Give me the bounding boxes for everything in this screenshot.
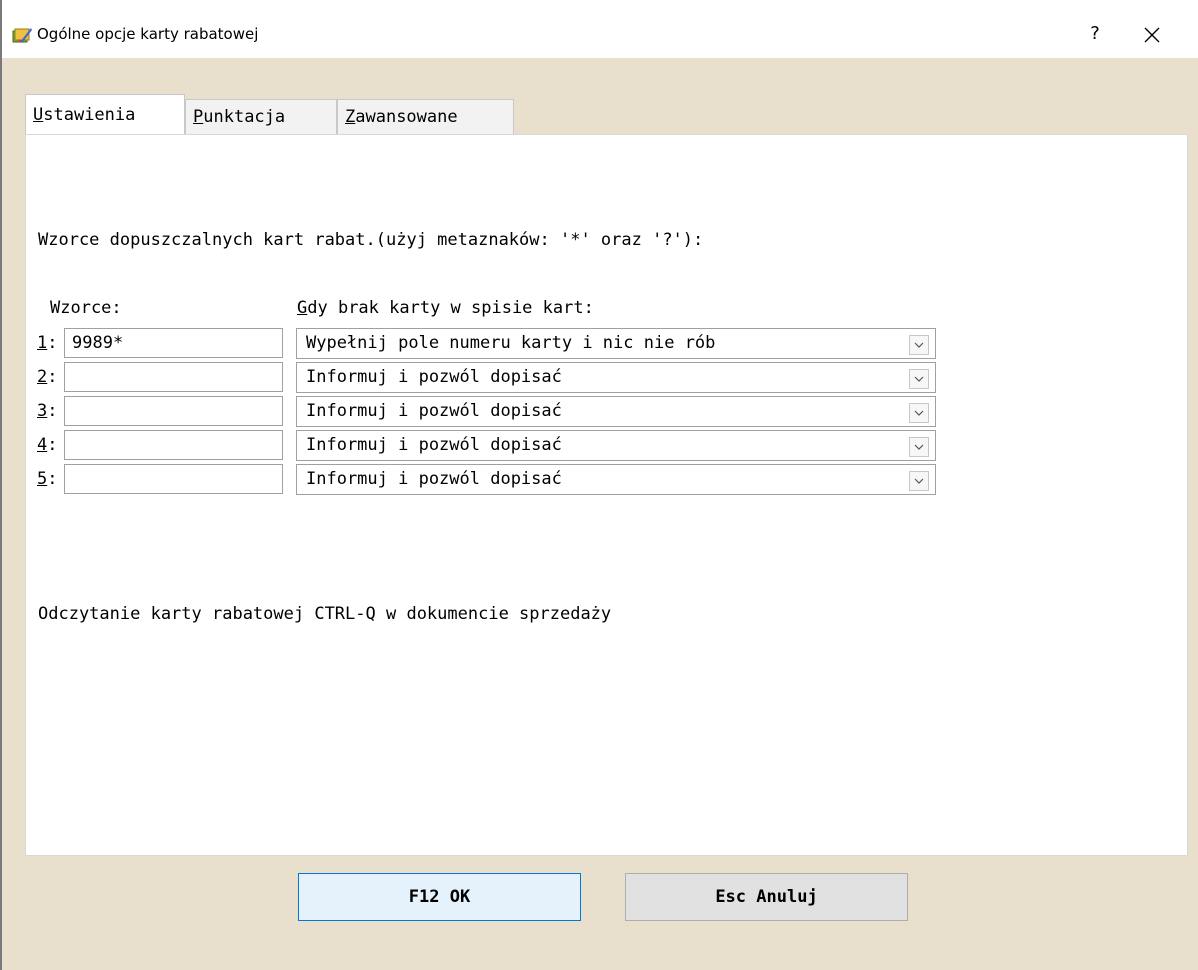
patterns-column-header: Wzorce: [50, 298, 122, 318]
pattern-input-1[interactable]: 9989* [64, 328, 283, 358]
patterns-heading: Wzorce dopuszczalnych kart rabat.(użyj m… [38, 230, 704, 250]
nocard-action-select-4[interactable]: Informuj i pozwól dopisać [296, 430, 936, 461]
row-number-1: 1: [37, 328, 65, 358]
nocard-action-select-2[interactable]: Informuj i pozwól dopisać [296, 362, 936, 393]
chevron-down-icon [914, 410, 924, 416]
ok-button[interactable]: F12 OK [298, 873, 581, 921]
dropdown-button[interactable] [909, 437, 929, 457]
chevron-down-icon [914, 444, 924, 450]
row-number-sep: : [47, 435, 58, 455]
pattern-input-5[interactable] [64, 464, 283, 494]
tab-zawansowane-label: awansowane [355, 107, 458, 127]
tab-punktacja-label: unktacja [203, 107, 286, 127]
select-value: Informuj i pozwól dopisać [306, 367, 562, 387]
tab-ustawienia-label: stawienia [43, 105, 136, 125]
row-number-2: 2: [37, 362, 65, 392]
row-number-sep: : [47, 401, 58, 421]
dropdown-button[interactable] [909, 471, 929, 491]
pattern-input-3[interactable] [64, 396, 283, 426]
nocard-action-select-5[interactable]: Informuj i pozwól dopisać [296, 464, 936, 495]
select-value: Informuj i pozwól dopisać [306, 401, 562, 421]
ctrl-q-note: Odczytanie karty rabatowej CTRL-Q w doku… [38, 604, 612, 624]
nocard-action-select-3[interactable]: Informuj i pozwól dopisać [296, 396, 936, 427]
tab-punktacja[interactable]: Punktacja [185, 99, 337, 135]
tab-ustawienia-hotkey: U [33, 105, 44, 125]
chevron-down-icon [914, 478, 924, 484]
select-value: Informuj i pozwól dopisać [306, 469, 562, 489]
close-icon [1144, 27, 1160, 42]
row-number-sep: : [47, 333, 58, 353]
row-number-digit: 3 [37, 401, 48, 421]
select-value: Informuj i pozwól dopisać [306, 435, 562, 455]
nocard-action-select-1[interactable]: Wypełnij pole numeru karty i nic nie rób [296, 328, 936, 359]
row-number-digit: 2 [37, 367, 48, 387]
row-number-digit: 4 [37, 435, 48, 455]
cancel-button[interactable]: Esc Anuluj [625, 873, 908, 921]
dropdown-button[interactable] [909, 369, 929, 389]
chevron-down-icon [914, 376, 924, 382]
close-button[interactable] [1135, 20, 1169, 48]
window-title: Ogólne opcje karty rabatowej [37, 25, 259, 43]
row-number-4: 4: [37, 430, 65, 460]
chevron-down-icon [914, 342, 924, 348]
tab-punktacja-hotkey: P [193, 107, 204, 127]
card-app-icon [12, 28, 32, 43]
pattern-input-2[interactable] [64, 362, 283, 392]
tab-zawansowane-hotkey: Z [345, 107, 356, 127]
pattern-input-4[interactable] [64, 430, 283, 460]
dropdown-button[interactable] [909, 403, 929, 423]
tab-zawansowane[interactable]: Zawansowane [337, 99, 514, 135]
row-number-sep: : [47, 367, 58, 387]
row-number-digit: 1 [37, 333, 48, 353]
nocard-header-hotkey: G [297, 298, 308, 318]
select-value: Wypełnij pole numeru karty i nic nie rób [306, 333, 716, 353]
row-number-sep: : [47, 469, 58, 489]
row-number-digit: 5 [37, 469, 48, 489]
nocard-header-label: dy brak karty w spisie kart: [307, 298, 594, 318]
nocard-column-header: Gdy brak karty w spisie kart: [297, 298, 594, 318]
row-number-5: 5: [37, 464, 65, 494]
dropdown-button[interactable] [909, 335, 929, 355]
help-button[interactable]: ? [1080, 20, 1110, 48]
row-number-3: 3: [37, 396, 65, 426]
tab-ustawienia[interactable]: Ustawienia [25, 94, 185, 134]
